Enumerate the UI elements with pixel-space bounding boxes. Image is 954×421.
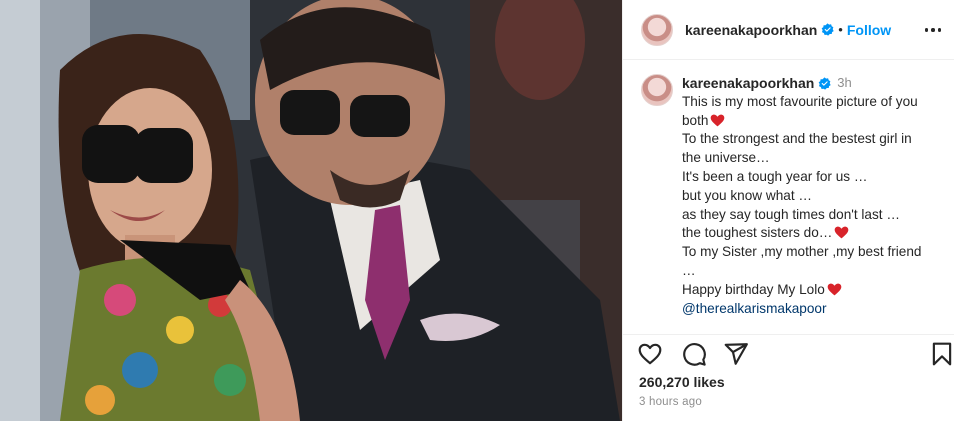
caption-line: To my Sister ,my mother ,my best friend: [682, 244, 922, 260]
likes-count[interactable]: 260,270 likes: [639, 374, 725, 390]
caption-line: the toughest sisters do…: [682, 224, 950, 243]
caption-line-text: Happy birthday My Lolo: [682, 281, 825, 297]
comment-icon[interactable]: [681, 341, 707, 367]
header-separator: •: [838, 22, 843, 37]
caption-username[interactable]: kareenakapoorkhan: [682, 74, 814, 93]
photo-illustration: [0, 0, 622, 421]
red-heart-emoji: [711, 114, 725, 126]
caption-line: the universe…: [682, 150, 770, 166]
more-options-icon[interactable]: [921, 20, 945, 40]
caption-line-text: both: [682, 112, 709, 128]
avatar[interactable]: [641, 13, 673, 46]
red-heart-emoji: [827, 283, 842, 296]
caption-line: @therealkarismakapoor: [682, 300, 950, 319]
verified-badge-icon: [818, 77, 831, 90]
caption-line: To the strongest and the bestest girl in: [682, 131, 912, 147]
caption-line: Happy birthday My Lolo: [682, 281, 950, 300]
post-sidebar: kareenakapoorkhan • Follow kareenakapoor…: [622, 0, 954, 421]
header-username[interactable]: kareenakapoorkhan: [685, 22, 817, 38]
post-photo[interactable]: [0, 0, 622, 421]
caption-line: This is my most favourite picture of you: [682, 93, 918, 109]
caption-line: …: [682, 262, 696, 278]
action-bar: [623, 337, 954, 369]
caption-timestamp[interactable]: 3h: [837, 74, 851, 93]
caption-avatar[interactable]: [641, 74, 673, 106]
caption-line: It's been a tough year for us …: [682, 168, 868, 184]
bookmark-icon[interactable]: [929, 341, 954, 367]
caption-line: but you know what …: [682, 187, 812, 203]
post-header: kareenakapoorkhan • Follow: [623, 0, 954, 60]
red-heart-emoji: [835, 226, 849, 239]
caption-body: kareenakapoorkhan 3h This is my most fav…: [682, 74, 950, 318]
caption-line: as they say tough times don't last …: [682, 206, 900, 222]
post-timestamp[interactable]: 3 hours ago: [639, 396, 702, 408]
caption: kareenakapoorkhan 3h This is my most fav…: [623, 60, 954, 335]
heart-outline-icon[interactable]: [637, 341, 663, 367]
caption-line: both: [682, 112, 950, 131]
mention-link[interactable]: @therealkarismakapoor: [682, 301, 827, 316]
caption-line-text: the toughest sisters do…: [682, 225, 833, 241]
follow-button[interactable]: Follow: [847, 22, 891, 38]
paper-plane-icon[interactable]: [723, 341, 749, 367]
verified-badge-icon: [821, 23, 834, 36]
